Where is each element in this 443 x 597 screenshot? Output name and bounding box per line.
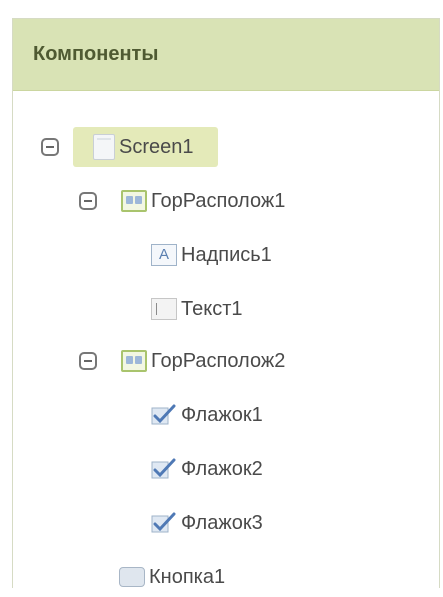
tree-item-label: ГорРасполож2: [151, 349, 286, 372]
tree-item-label: Надпись1: [181, 243, 272, 266]
tree-item-check1[interactable]: Флажок1: [151, 395, 263, 435]
collapse-toggle-hor2[interactable]: [79, 352, 97, 370]
checkbox-icon: [151, 512, 177, 534]
tree-item-screen1[interactable]: Screen1: [73, 127, 218, 167]
checkbox-icon: [151, 458, 177, 480]
button-icon: [119, 567, 145, 587]
horizontal-arrangement-icon: [121, 350, 147, 372]
panel-header: Компоненты: [13, 19, 439, 91]
tree-item-hor1[interactable]: ГорРасполож1: [121, 181, 285, 221]
tree-item-label: Флажок1: [181, 403, 263, 426]
components-panel: Компоненты Screen1 ГорРасполож1 A Надпис…: [12, 18, 440, 588]
tree-item-check3[interactable]: Флажок3: [151, 503, 263, 543]
tree-item-text1[interactable]: Текст1: [151, 289, 242, 329]
tree-item-label: ГорРасполож1: [151, 189, 286, 212]
tree-item-label: Текст1: [181, 297, 243, 320]
screen-icon: [93, 134, 115, 160]
tree-item-hor2[interactable]: ГорРасполож2: [121, 341, 285, 381]
panel-title: Компоненты: [33, 43, 159, 65]
tree-item-button1[interactable]: Кнопка1: [119, 557, 225, 597]
tree-item-label: Флажок2: [181, 457, 263, 480]
textbox-icon: [151, 298, 177, 320]
tree-item-label1[interactable]: A Надпись1: [151, 235, 272, 275]
tree-item-label: Screen1: [119, 135, 194, 158]
horizontal-arrangement-icon: [121, 190, 147, 212]
label-icon: A: [151, 244, 177, 266]
checkbox-icon: [151, 404, 177, 426]
collapse-toggle-screen1[interactable]: [41, 138, 59, 156]
collapse-toggle-hor1[interactable]: [79, 192, 97, 210]
tree-item-label: Кнопка1: [149, 565, 226, 588]
tree-item-label: Флажок3: [181, 511, 263, 534]
tree-item-check2[interactable]: Флажок2: [151, 449, 263, 489]
